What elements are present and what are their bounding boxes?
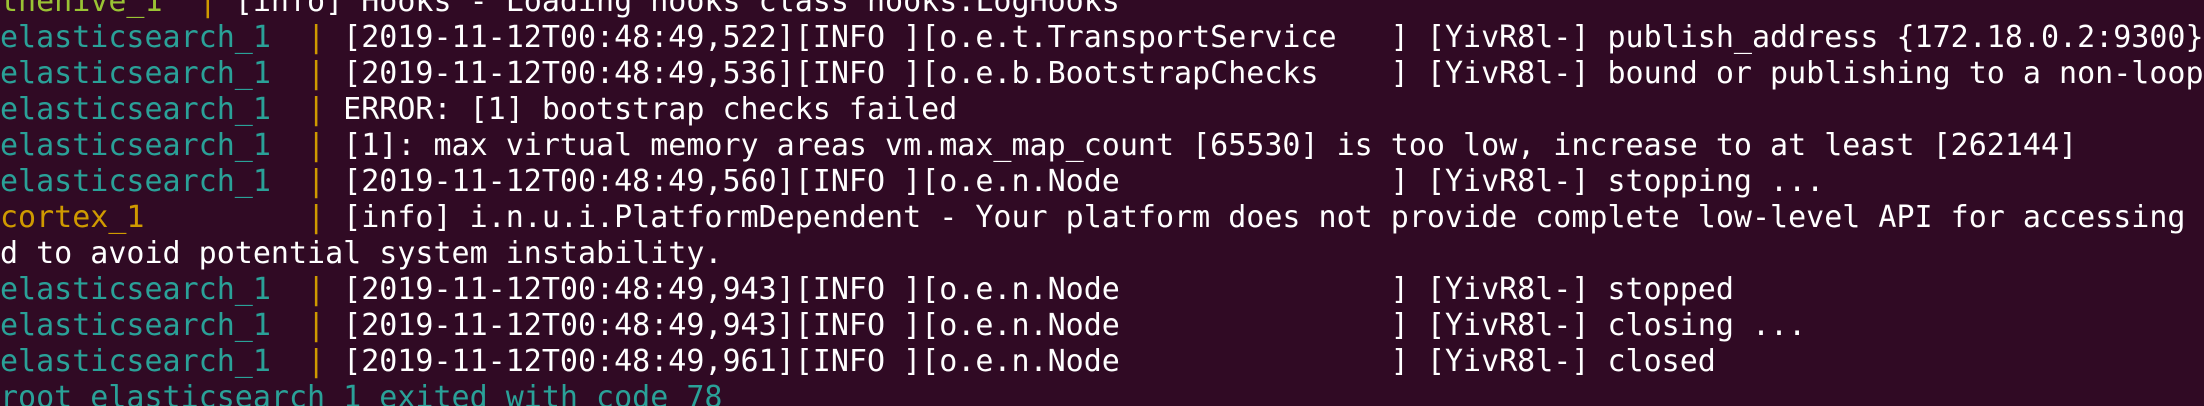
log-message: [2019-11-12T00:48:49,536][INFO ][o.e.b.B…: [343, 56, 2204, 91]
service-prefix: cortex_1: [0, 200, 271, 235]
log-line: cortex_1 | [info] i.n.u.i.PlatformDepend…: [0, 200, 2204, 236]
log-line: elasticsearch_1 | [2019-11-12T00:48:49,9…: [0, 308, 2204, 344]
log-message: [2019-11-12T00:48:49,961][INFO ][o.e.n.N…: [325, 344, 1716, 379]
log-line: elasticsearch_1 | [1]: max virtual memor…: [0, 128, 2204, 164]
service-prefix: elasticsearch_1: [0, 128, 271, 163]
log-message: [2019-11-12T00:48:49,560][INFO ][o.e.n.N…: [325, 164, 1825, 199]
log-line: elasticsearch_1 | ERROR: [1] bootstrap c…: [0, 92, 2204, 128]
log-line: thehive_1 | [info] Hooks - Loading hooks…: [0, 0, 2204, 20]
prefix-separator: |: [307, 308, 326, 343]
service-prefix: elasticsearch_1: [0, 164, 271, 199]
prefix-separator: |: [307, 272, 326, 307]
log-message: d to avoid potential system instability.: [0, 236, 723, 271]
prefix-separator: |: [198, 0, 217, 19]
log-message: [info] i.n.u.i.PlatformDependent - Your …: [343, 200, 2204, 235]
prefix-separator: |: [307, 344, 326, 379]
service-prefix: elasticsearch_1: [0, 308, 271, 343]
terminal-output: thehive_1 | [info] Hooks - Loading hooks…: [0, 0, 2204, 406]
log-line: elasticsearch_1 | [2019-11-12T00:48:49,5…: [0, 20, 2204, 56]
prefix-separator: |: [307, 200, 326, 235]
log-line: elasticsearch_1 | [2019-11-12T00:48:49,9…: [0, 272, 2204, 308]
log-message: ERROR: [1] bootstrap checks failed: [325, 92, 958, 127]
service-prefix: elasticsearch_1: [0, 20, 271, 55]
log-message: [2019-11-12T00:48:49,943][INFO ][o.e.n.N…: [325, 272, 1734, 307]
log-message: [info] Hooks - Loading hooks class hooks…: [216, 0, 1120, 19]
exit-status-line: root_elasticsearch_1 exited with code 78: [0, 380, 723, 406]
prefix-separator: |: [307, 56, 326, 91]
service-prefix: elasticsearch_1: [0, 272, 271, 307]
log-message: [2019-11-12T00:48:49,943][INFO ][o.e.n.N…: [325, 308, 1807, 343]
service-prefix: thehive_1: [0, 0, 163, 19]
service-prefix: elasticsearch_1: [0, 92, 271, 127]
service-prefix: elasticsearch_1: [0, 56, 271, 91]
log-line: elasticsearch_1 | [2019-11-12T00:48:49,5…: [0, 164, 2204, 200]
log-line: elasticsearch_1 | [2019-11-12T00:48:49,9…: [0, 344, 2204, 380]
prefix-separator: |: [307, 92, 326, 127]
log-message: [1]: max virtual memory areas vm.max_map…: [325, 128, 2078, 163]
prefix-separator: |: [307, 20, 326, 55]
log-message: [2019-11-12T00:48:49,522][INFO ][o.e.t.T…: [343, 20, 2204, 55]
terminal-window[interactable]: thehive_1 | [info] Hooks - Loading hooks…: [0, 0, 2204, 406]
log-line: d to avoid potential system instability.: [0, 236, 2204, 272]
prefix-separator: |: [307, 164, 326, 199]
service-prefix: elasticsearch_1: [0, 344, 271, 379]
log-line: elasticsearch_1 | [2019-11-12T00:48:49,5…: [0, 56, 2204, 92]
prefix-separator: |: [307, 128, 326, 163]
